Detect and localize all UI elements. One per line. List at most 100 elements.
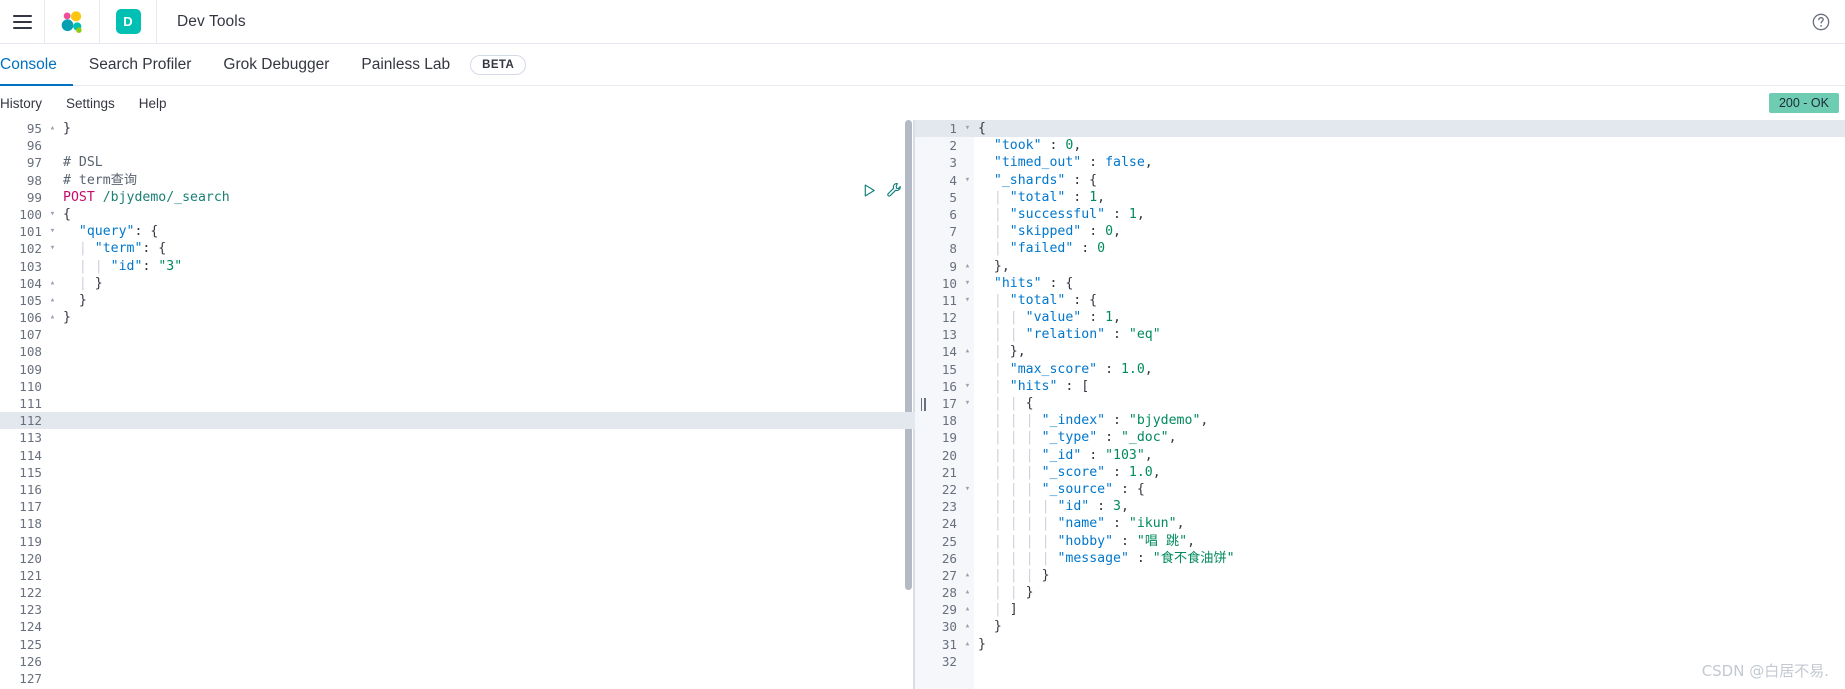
menu-item-history[interactable]: History <box>0 96 54 111</box>
editor-line[interactable]: 10 ▾ "hits" : { <box>915 275 1845 292</box>
editor-line[interactable]: 16 ▾ | "hits" : [ <box>915 378 1845 395</box>
request-editor-pane[interactable]: 95 ▴} 96 97 # DSL 98 # term查询 99 POST /bjydemo/_… <box>0 120 915 689</box>
editor-line[interactable]: 30 ▴ } <box>915 618 1845 635</box>
editor-line[interactable]: 116 <box>0 481 915 498</box>
editor-line[interactable]: 104 ▴ | } <box>0 275 915 292</box>
editor-line[interactable]: 12 | | "value" : 1, <box>915 309 1845 326</box>
editor-line[interactable]: 124 <box>0 618 915 635</box>
editor-line[interactable]: 15 | "max_score" : 1.0, <box>915 361 1845 378</box>
editor-line[interactable]: 98 # term查询 <box>0 172 915 189</box>
response-editor-pane[interactable]: 1 ▾{2 "took" : 0, 3 "timed_out" : false, 4 ▾… <box>915 120 1845 689</box>
fold-toggle-icon[interactable]: ▴ <box>961 258 974 275</box>
fold-toggle-icon[interactable]: ▴ <box>46 309 59 326</box>
editor-line[interactable]: 125 <box>0 636 915 653</box>
editor-line[interactable]: 7 | "skipped" : 0, <box>915 223 1845 240</box>
fold-toggle-icon[interactable]: ▴ <box>46 275 59 292</box>
editor-line[interactable]: 127 <box>0 670 915 687</box>
editor-line[interactable]: 99 POST /bjydemo/_search <box>0 189 915 206</box>
editor-line[interactable]: 109 <box>0 361 915 378</box>
editor-line[interactable]: 22 ▾ | | | "_source" : { <box>915 481 1845 498</box>
editor-line[interactable]: 20 | | | "_id" : "103", <box>915 447 1845 464</box>
editor-line[interactable]: 26 | | | | "message" : "食不食油饼" <box>915 550 1845 567</box>
editor-line[interactable]: 32 <box>915 653 1845 670</box>
fold-toggle-icon[interactable]: ▴ <box>46 120 59 137</box>
fold-toggle-icon[interactable]: ▴ <box>961 584 974 601</box>
editor-line[interactable]: 103 | | "id": "3" <box>0 258 915 275</box>
editor-line[interactable]: 8 | "failed" : 0 <box>915 240 1845 257</box>
elastic-logo-button[interactable] <box>45 0 99 44</box>
editor-line[interactable]: 107 <box>0 326 915 343</box>
editor-line[interactable]: 123 <box>0 601 915 618</box>
fold-toggle-icon[interactable]: ▾ <box>961 395 974 412</box>
fold-toggle-icon[interactable]: ▴ <box>961 567 974 584</box>
editor-line[interactable]: 101 ▾ "query": { <box>0 223 915 240</box>
fold-toggle-icon[interactable]: ▾ <box>961 120 974 137</box>
beta-badge[interactable]: BETA <box>470 54 527 75</box>
editor-line[interactable]: 3 "timed_out" : false, <box>915 154 1845 171</box>
request-editor[interactable]: 95 ▴} 96 97 # DSL 98 # term查询 99 POST /bjydemo/_… <box>0 120 915 689</box>
editor-line[interactable]: 23 | | | | "id" : 3, <box>915 498 1845 515</box>
editor-line[interactable]: 118 <box>0 515 915 532</box>
tab-search-profiler[interactable]: Search Profiler <box>73 44 208 85</box>
editor-line[interactable]: 113 <box>0 429 915 446</box>
editor-line[interactable]: 100 ▾{ <box>0 206 915 223</box>
editor-line[interactable]: 29 ▴ | ] <box>915 601 1845 618</box>
editor-line[interactable]: 19 | | | "_type" : "_doc", <box>915 429 1845 446</box>
tab-grok-debugger[interactable]: Grok Debugger <box>207 44 345 85</box>
menu-item-settings[interactable]: Settings <box>66 96 127 111</box>
editor-line[interactable]: 9 ▴ }, <box>915 258 1845 275</box>
editor-line[interactable]: 108 <box>0 343 915 360</box>
wrench-icon[interactable] <box>886 182 902 198</box>
editor-line[interactable]: 31 ▴} <box>915 636 1845 653</box>
editor-line[interactable]: 115 <box>0 464 915 481</box>
fold-toggle-icon[interactable]: ▴ <box>961 618 974 635</box>
fold-toggle-icon[interactable]: ▾ <box>961 378 974 395</box>
hamburger-menu-icon[interactable] <box>0 0 44 44</box>
pane-resizer[interactable] <box>912 120 934 689</box>
fold-toggle-icon[interactable]: ▾ <box>961 275 974 292</box>
tab-console[interactable]: Console <box>0 44 73 86</box>
editor-line[interactable]: 6 | "successful" : 1, <box>915 206 1845 223</box>
editor-line[interactable]: 5 | "total" : 1, <box>915 189 1845 206</box>
fold-toggle-icon[interactable]: ▾ <box>961 481 974 498</box>
editor-line[interactable]: 95 ▴} <box>0 120 915 137</box>
tab-painless-lab[interactable]: Painless Lab <box>345 44 466 85</box>
editor-line[interactable]: 25 | | | | "hobby" : "唱 跳", <box>915 533 1845 550</box>
editor-line[interactable]: 18 | | | "_index" : "bjydemo", <box>915 412 1845 429</box>
menu-item-help[interactable]: Help <box>139 96 179 111</box>
fold-toggle-icon[interactable]: ▾ <box>46 240 59 257</box>
response-editor[interactable]: 1 ▾{2 "took" : 0, 3 "timed_out" : false, 4 ▾… <box>915 120 1845 689</box>
help-question-icon[interactable] <box>1811 12 1831 32</box>
editor-line[interactable]: 14 ▴ | }, <box>915 343 1845 360</box>
fold-toggle-icon[interactable]: ▴ <box>46 292 59 309</box>
editor-line[interactable]: 114 <box>0 447 915 464</box>
editor-line[interactable]: 4 ▾ "_shards" : { <box>915 172 1845 189</box>
space-selector[interactable]: D <box>100 0 156 44</box>
editor-line[interactable]: 122 <box>0 584 915 601</box>
editor-line[interactable]: 112 <box>0 412 915 430</box>
editor-line[interactable]: 27 ▴ | | | } <box>915 567 1845 584</box>
editor-line[interactable]: 120 <box>0 550 915 567</box>
fold-toggle-icon[interactable]: ▾ <box>46 223 59 240</box>
fold-toggle-icon[interactable]: ▾ <box>961 172 974 189</box>
fold-toggle-icon[interactable]: ▴ <box>961 636 974 653</box>
editor-line[interactable]: 121 <box>0 567 915 584</box>
editor-line[interactable]: 21 | | | "_score" : 1.0, <box>915 464 1845 481</box>
fold-toggle-icon[interactable]: ▾ <box>961 292 974 309</box>
fold-toggle-icon[interactable]: ▴ <box>961 343 974 360</box>
editor-line[interactable]: 1 ▾{ <box>915 120 1845 138</box>
editor-line[interactable]: 106 ▴} <box>0 309 915 326</box>
editor-line[interactable]: 96 <box>0 137 915 154</box>
editor-line[interactable]: 2 "took" : 0, <box>915 137 1845 154</box>
editor-line[interactable]: 110 <box>0 378 915 395</box>
editor-line[interactable]: 105 ▴ } <box>0 292 915 309</box>
editor-line[interactable]: 24 | | | | "name" : "ikun", <box>915 515 1845 532</box>
editor-line[interactable]: 119 <box>0 533 915 550</box>
editor-line[interactable]: 13 | | "relation" : "eq" <box>915 326 1845 343</box>
editor-line[interactable]: 126 <box>0 653 915 670</box>
editor-line[interactable]: 28 ▴ | | } <box>915 584 1845 601</box>
editor-line[interactable]: 11 ▾ | "total" : { <box>915 292 1845 309</box>
editor-line[interactable]: 111 <box>0 395 915 412</box>
editor-line[interactable]: 117 <box>0 498 915 515</box>
fold-toggle-icon[interactable]: ▴ <box>961 601 974 618</box>
